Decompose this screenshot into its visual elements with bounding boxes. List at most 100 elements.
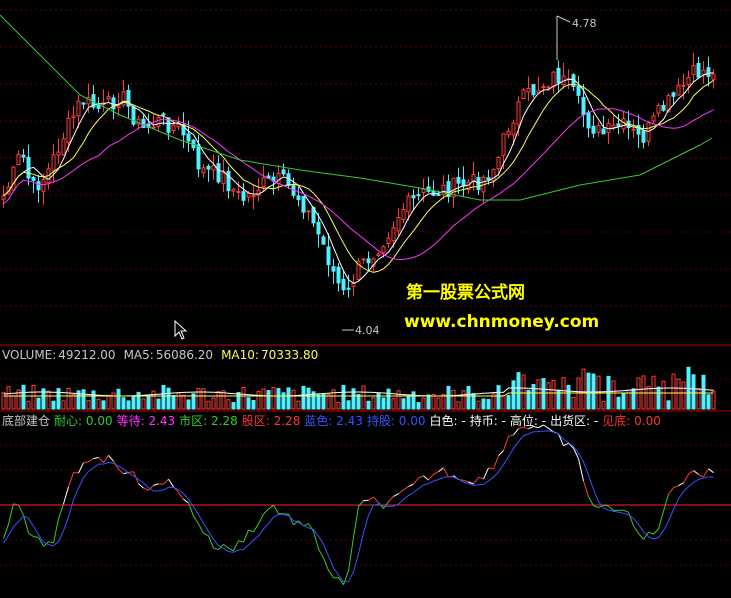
- volume-bar: [166, 387, 171, 410]
- indicator-line: [228, 547, 234, 552]
- indicator-legend-item: 耐心: 0.00: [54, 414, 113, 428]
- indicator-header: 底部建仓 耐心: 0.00 等待: 2.43 市区: 2.28 股区: 2.28 蓝色: …: [2, 414, 665, 428]
- volume-bar: [621, 393, 626, 410]
- candle-body: [461, 179, 466, 187]
- indicator-line: [53, 518, 59, 544]
- candle-body: [21, 154, 26, 158]
- volume-bar: [476, 400, 481, 410]
- watermark-title: 第一股票公式网: [406, 283, 525, 303]
- indicator-line: [138, 483, 144, 489]
- indicator-line: [18, 504, 24, 516]
- volume-bar: [586, 372, 591, 410]
- indicator-line: [33, 536, 39, 538]
- candle-body: [236, 190, 241, 193]
- indicator-line: [608, 505, 614, 511]
- candle-body: [231, 188, 236, 192]
- indicator-line: [348, 537, 354, 571]
- indicator-line: [373, 496, 379, 503]
- volume-bar: [26, 400, 31, 410]
- volume-bar: [461, 390, 466, 410]
- candle-body: [211, 164, 216, 171]
- candle-body: [361, 258, 366, 261]
- candle-body: [206, 165, 211, 170]
- indicator-line: [98, 457, 104, 463]
- indicator-line: [8, 503, 14, 525]
- indicator-legend-item: 出货区: -: [550, 414, 599, 428]
- indicator-line: [183, 498, 189, 504]
- volume-bar: [296, 400, 301, 410]
- candle-body: [341, 278, 346, 291]
- candle-body: [71, 115, 76, 119]
- volume-bar: [141, 398, 146, 410]
- indicator-line: [63, 486, 69, 505]
- volume-bar: [46, 390, 51, 410]
- candle-body: [226, 170, 231, 192]
- indicator-line: [248, 529, 254, 533]
- candle-body: [486, 177, 491, 181]
- candle-body: [376, 253, 381, 256]
- indicator-legend-item: 市区: 2.28: [179, 414, 238, 428]
- indicator-line: [398, 489, 404, 494]
- indicator-line: [588, 496, 594, 506]
- indicator-legend-item: 等待: 2.43: [116, 414, 176, 428]
- candle-body: [416, 194, 421, 197]
- stock-chart-canvas[interactable]: [0, 0, 731, 598]
- volume-bar: [236, 392, 241, 410]
- candle-body: [391, 227, 396, 242]
- candle-body: [576, 86, 581, 96]
- indicator-legend-item: 底部建仓: [2, 414, 51, 428]
- volume-bar: [101, 400, 106, 410]
- candle-body: [41, 179, 46, 192]
- indicator-line: [673, 485, 679, 489]
- candle-body: [216, 163, 221, 183]
- indicator-line: [163, 478, 169, 485]
- volume-bar: [106, 394, 111, 410]
- volume-bar: [576, 377, 581, 410]
- candle-body: [301, 195, 306, 213]
- volume-bar: [251, 399, 256, 410]
- high-marker: [556, 15, 571, 23]
- volume-bar: [486, 398, 491, 410]
- candle-body: [81, 102, 86, 105]
- indicator-line: [623, 509, 629, 513]
- volume-bar: [386, 388, 391, 410]
- candle-body: [1, 195, 6, 200]
- indicator-line: [263, 508, 269, 515]
- indicator-line: [203, 532, 209, 537]
- indicator-line: [103, 455, 109, 463]
- candle-body: [411, 195, 416, 199]
- indicator-line: [488, 467, 494, 470]
- indicator-line: [668, 487, 674, 495]
- candle-body: [551, 71, 556, 88]
- volume-bar: [696, 388, 701, 410]
- candle-body: [326, 246, 331, 266]
- volume-bar: [186, 399, 191, 410]
- indicator-line: [328, 570, 334, 579]
- indicator-line: [653, 528, 659, 535]
- indicator-line: [473, 476, 479, 485]
- candle-body: [501, 133, 506, 156]
- indicator-line: [683, 473, 689, 483]
- volume-bar: [481, 398, 486, 410]
- volume-bar: [551, 380, 556, 410]
- indicator-line: [443, 467, 449, 478]
- volume-bar: [326, 394, 331, 410]
- indicator-line: [658, 511, 664, 530]
- candle-body: [56, 151, 61, 156]
- candle-body: [596, 125, 601, 133]
- indicator-line: [48, 541, 54, 544]
- volume-bar: [276, 388, 281, 410]
- volume-bar: [151, 390, 156, 410]
- volume-bar: [436, 397, 441, 410]
- candle-body: [401, 208, 406, 220]
- volume-bar: [261, 388, 266, 410]
- indicator-line: [628, 512, 634, 526]
- candle-body: [421, 188, 426, 193]
- volume-bar: [341, 384, 346, 410]
- indicator-line: [353, 506, 359, 538]
- candle-body: [306, 210, 311, 213]
- volume-bar: [366, 400, 371, 410]
- volume-bar: [216, 391, 221, 410]
- volume-bar: [546, 382, 551, 410]
- candle-body: [186, 133, 191, 142]
